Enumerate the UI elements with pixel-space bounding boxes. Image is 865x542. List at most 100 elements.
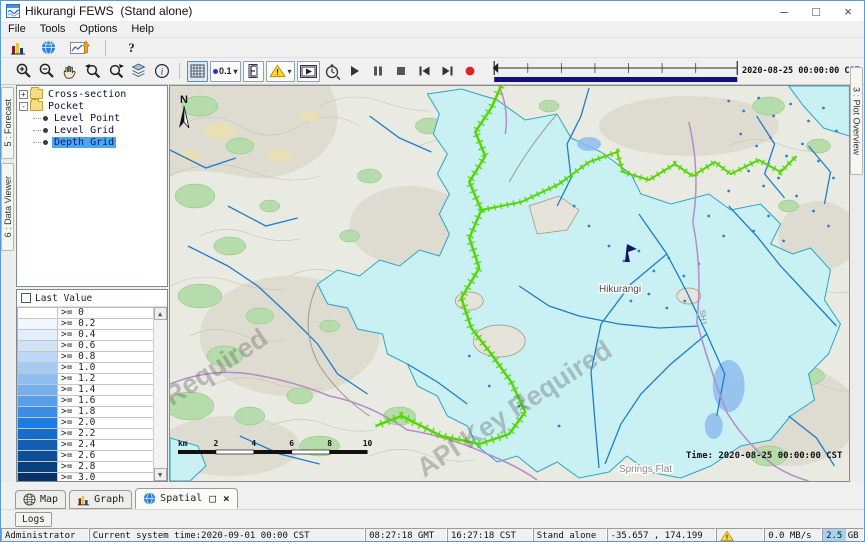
node-bullet-icon: [43, 116, 48, 121]
play-button[interactable]: [345, 61, 366, 82]
toolbar-separator: [105, 40, 106, 56]
zoom-previous-icon[interactable]: [82, 61, 103, 82]
warnings-dropdown[interactable]: !▾: [266, 61, 295, 82]
status-coordinates: -35.657 , 174.199: [607, 528, 717, 542]
layers-icon[interactable]: [128, 61, 149, 82]
legend-row: >= 3.0: [18, 473, 153, 481]
bar-chart-icon: [77, 494, 90, 506]
legend-label: >= 0.8: [58, 352, 153, 362]
time-slider-thumb[interactable]: [492, 63, 498, 73]
tab-forecast[interactable]: 5 : Forecast: [1, 87, 14, 159]
tab-plot-overview[interactable]: 3 : Plot Overview: [850, 67, 863, 175]
logs-button[interactable]: Logs: [15, 512, 52, 527]
display-tab-bar: Map Graph Spatial □ ×: [1, 488, 864, 509]
scroll-up-icon[interactable]: ▲: [154, 307, 167, 320]
legend-label: >= 1.8: [58, 407, 153, 417]
pause-button[interactable]: [368, 61, 389, 82]
map-toolbar: i 0.1▾ !▾ 2020-08-25 00:00:00 CST: [1, 58, 864, 85]
tree-connector: [33, 130, 41, 131]
tree-item-pocket[interactable]: - Pocket: [19, 100, 167, 112]
legend-label: >= 0: [58, 308, 153, 318]
legend-color-swatch: [18, 330, 58, 340]
chevron-down-icon: ▾: [234, 67, 238, 76]
pan-hand-icon[interactable]: [59, 61, 80, 82]
status-warning-cell[interactable]: !: [716, 528, 764, 542]
menu-options[interactable]: Options: [79, 23, 117, 35]
database-explorer-icon[interactable]: [7, 37, 28, 58]
tree-item-level-point[interactable]: Level Point: [19, 112, 167, 124]
help-button[interactable]: ?: [121, 37, 142, 58]
legend-color-swatch: [18, 429, 58, 439]
expand-icon[interactable]: +: [19, 90, 28, 99]
tree-item-cross-section[interactable]: + Cross-section: [19, 88, 167, 100]
scalebar-button[interactable]: [243, 61, 264, 82]
tab-maximize-icon[interactable]: □: [209, 494, 216, 504]
svg-text:N: N: [180, 94, 188, 106]
folder-icon: [30, 89, 43, 99]
chevron-down-icon: ▾: [288, 67, 292, 76]
globe-blue-icon: [143, 492, 156, 505]
animation-button[interactable]: [297, 61, 320, 82]
menu-file[interactable]: File: [8, 23, 26, 35]
zoom-out-icon[interactable]: [36, 61, 57, 82]
record-button[interactable]: [460, 61, 481, 82]
step-back-button[interactable]: [414, 61, 435, 82]
tab-map-label: Map: [40, 494, 58, 505]
status-memory: 2.5 GB: [822, 528, 864, 542]
tab-spatial[interactable]: Spatial □ ×: [135, 488, 237, 509]
tab-graph[interactable]: Graph: [69, 490, 132, 509]
tab-spatial-label: Spatial: [160, 493, 202, 504]
close-button[interactable]: ×: [832, 1, 864, 21]
legend-label: >= 2.8: [58, 462, 153, 472]
spatial-map[interactable]: SH1 API Key Required API Key Required: [169, 85, 850, 482]
map-canvas[interactable]: SH1 API Key Required API Key Required: [170, 86, 849, 481]
collapse-icon[interactable]: -: [19, 102, 28, 111]
time-slider-track[interactable]: [491, 59, 740, 83]
tab-map[interactable]: Map: [15, 490, 66, 509]
legend-color-swatch: [18, 451, 58, 461]
tree-item-depth-grid[interactable]: Depth Grid: [19, 136, 167, 148]
map-time-overlay: Time: 2020-08-25 00:00:00 CST: [686, 450, 842, 461]
timeseries-chart-icon[interactable]: [69, 37, 90, 58]
timer-settings-icon[interactable]: [322, 61, 343, 82]
zoom-in-icon[interactable]: [13, 61, 34, 82]
tab-graph-label: Graph: [94, 494, 124, 505]
filters-panel: + Cross-section - Pocket Level Point: [15, 85, 169, 482]
time-slider[interactable]: [491, 59, 740, 83]
interval-value: 0.1: [219, 66, 232, 76]
step-forward-button[interactable]: [437, 61, 458, 82]
zoom-next-icon[interactable]: [105, 61, 126, 82]
folder-icon: [30, 101, 43, 111]
window-title: Hikurangi FEWS (Stand alone): [25, 4, 768, 18]
stop-button[interactable]: [391, 61, 412, 82]
info-icon[interactable]: i: [151, 61, 172, 82]
legend-color-swatch: [18, 385, 58, 395]
svg-text:4: 4: [251, 439, 256, 448]
last-value-checkbox[interactable]: [21, 293, 31, 303]
svg-text:8: 8: [327, 439, 332, 448]
tree-connector: [33, 142, 41, 143]
tab-data-viewer[interactable]: 6 : Data Viewer: [1, 163, 14, 251]
spatial-display-globe-icon[interactable]: [38, 37, 59, 58]
svg-text:6: 6: [289, 439, 294, 448]
maximize-button[interactable]: □: [800, 1, 832, 21]
legend-color-swatch: [18, 396, 58, 406]
menu-help[interactable]: Help: [131, 23, 154, 35]
legend-color-swatch: [18, 473, 58, 481]
tab-close-icon[interactable]: ×: [223, 494, 230, 504]
menu-tools[interactable]: Tools: [40, 23, 66, 35]
tree-item-level-grid[interactable]: Level Grid: [19, 124, 167, 136]
svg-text:10: 10: [362, 439, 372, 448]
grid-display-button[interactable]: [187, 61, 208, 82]
minimize-button[interactable]: –: [768, 1, 800, 21]
legend-color-swatch: [18, 341, 58, 351]
legend-label: >= 0.6: [58, 341, 153, 351]
menu-bar: File Tools Options Help: [1, 21, 864, 38]
legend-scrollbar[interactable]: ▲ ▼: [153, 307, 167, 481]
scroll-down-icon[interactable]: ▼: [154, 468, 167, 481]
contour-interval-dropdown[interactable]: 0.1▾: [210, 61, 241, 82]
last-value-label: Last Value: [35, 293, 92, 304]
legend-label: >= 2.0: [58, 418, 153, 428]
legend-color-swatch: [18, 319, 58, 329]
status-download-speed: 0.0 MB/s: [764, 528, 822, 542]
